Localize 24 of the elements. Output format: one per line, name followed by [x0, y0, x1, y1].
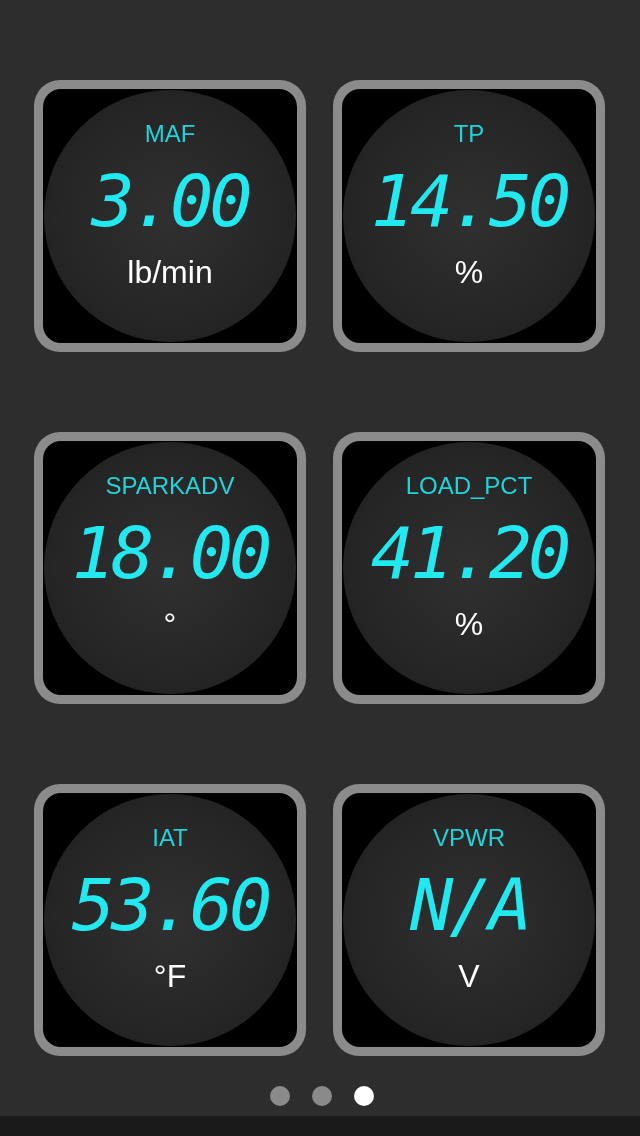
gauge-card[interactable]: TP 14.50 % [333, 80, 605, 352]
gauge-value: N/A [409, 862, 528, 949]
gauge-value: 41.20 [370, 510, 568, 597]
gauge-value: 18.00 [71, 510, 269, 597]
gauge-unit: °F [153, 957, 187, 996]
gauge-unit: % [454, 253, 484, 292]
gauge-unit: lb/min [127, 253, 213, 292]
gauge-card[interactable]: IAT 53.60 °F [34, 784, 306, 1056]
gauge-label: MAF [144, 120, 196, 148]
gauge-label: VPWR [433, 824, 505, 852]
gauge-label: LOAD_PCT [405, 472, 533, 500]
gauge-card[interactable]: SPARKADV 18.00 ° [34, 432, 306, 704]
gauge-unit: ° [163, 605, 177, 644]
gauge-label: TP [453, 120, 485, 148]
gauge-value: 3.00 [91, 158, 249, 245]
gauge-label: SPARKADV [105, 472, 235, 500]
gauge-value: 14.50 [370, 158, 568, 245]
gauge-value: 53.60 [71, 862, 269, 949]
gauge-label: IAT [152, 824, 188, 852]
gauge-card[interactable]: MAF 3.00 lb/min [34, 80, 306, 352]
gauge-unit: V [458, 957, 480, 996]
gauge-card[interactable]: LOAD_PCT 41.20 % [333, 432, 605, 704]
gauge-card[interactable]: VPWR N/A V [333, 784, 605, 1056]
gauge-unit: % [454, 605, 484, 644]
